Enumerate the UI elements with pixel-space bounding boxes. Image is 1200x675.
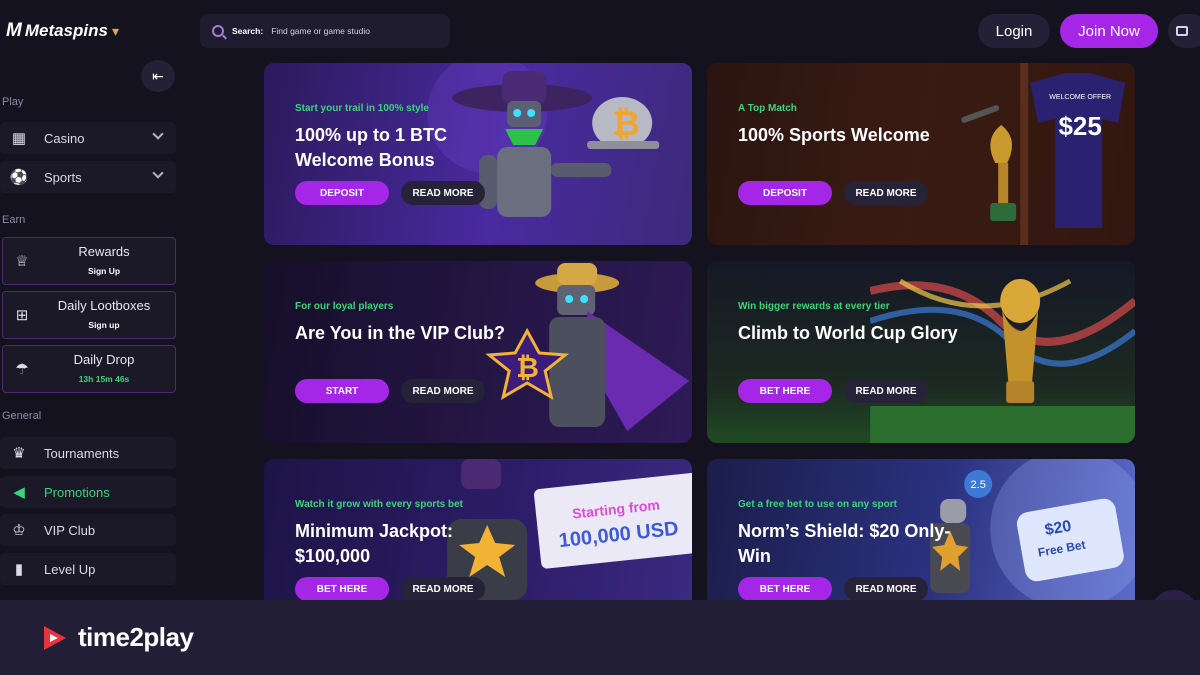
- footer-brand-text: time2play: [78, 622, 194, 652]
- sidebar-item-level-up[interactable]: ▮ Level Up: [0, 553, 176, 585]
- read-more-button[interactable]: READ MORE: [844, 577, 928, 600]
- chat-icon: [1176, 26, 1188, 36]
- deposit-button[interactable]: DEPOSIT: [295, 181, 389, 205]
- bar-chart-icon: ▮: [14, 561, 24, 578]
- promo-eyebrow: Win bigger rewards at every tier: [738, 301, 890, 312]
- read-more-button[interactable]: READ MORE: [401, 181, 485, 205]
- login-button[interactable]: Login: [978, 14, 1050, 48]
- search-placeholder: Find game or game studio: [271, 26, 370, 36]
- promo-eyebrow: A Top Match: [738, 103, 797, 114]
- start-button[interactable]: START: [295, 379, 389, 403]
- bet-here-button[interactable]: BET HERE: [738, 379, 832, 403]
- sidebar-item-label: Tournaments: [44, 445, 120, 461]
- svg-text:₿: ₿: [516, 352, 539, 383]
- trophy-icon: ♛: [12, 445, 26, 462]
- svg-text:₿: ₿: [612, 105, 640, 143]
- crown-icon: ♔: [12, 522, 26, 539]
- top-header: M Metaspins ▾ Search: Find game or game …: [0, 0, 1200, 62]
- sidebar-item-label: Sports: [44, 169, 82, 185]
- earn-card-title: Daily Lootboxes: [57, 298, 151, 313]
- promo-eyebrow: Get a free bet to use on any sport: [738, 499, 897, 510]
- chevron-down-icon[interactable]: [152, 167, 164, 179]
- sidebar-item-label: Level Up: [44, 561, 96, 577]
- footer-watermark-band: time2play: [0, 600, 1200, 675]
- metaspins-logo[interactable]: M Metaspins ▾: [6, 20, 119, 42]
- read-more-button[interactable]: READ MORE: [844, 181, 928, 205]
- odds-badge-text: 2.5: [970, 479, 985, 491]
- earn-card-sub: Sign up: [88, 320, 120, 330]
- promo-card-jackpot[interactable]: Starting from 100,000 USD Watch it grow …: [264, 459, 692, 600]
- search-input[interactable]: Search: Find game or game studio: [200, 14, 450, 48]
- sidebar-item-promotions[interactable]: ◀ Promotions: [0, 476, 176, 508]
- earn-card-title: Rewards: [78, 244, 130, 259]
- section-label-earn: Earn: [2, 214, 26, 226]
- read-more-button[interactable]: READ MORE: [401, 379, 485, 403]
- promo-eyebrow: Start your trail in 100% style: [295, 103, 429, 114]
- promo-card-sports-welcome[interactable]: WELCOME OFFER $25 A Top Match 100% Sport…: [707, 63, 1135, 245]
- soccer-ball-icon: ⚽: [9, 169, 29, 186]
- promo-card-btc-welcome[interactable]: ₿ Start your trail in 100% style 100% up…: [264, 63, 692, 245]
- promo-title: Minimum Jackpot: $100,000: [295, 521, 454, 566]
- trophy-cup-icon: ♕: [15, 253, 29, 270]
- read-more-button[interactable]: READ MORE: [844, 379, 928, 403]
- vip-robot-illustration: ₿: [484, 263, 689, 431]
- promo-title: 100% up to 1 BTC Welcome Bonus: [295, 125, 448, 170]
- bet-here-button[interactable]: BET HERE: [295, 577, 389, 600]
- promo-card-vip-club[interactable]: ₿ For our loyal players Are You in the V…: [264, 261, 692, 443]
- jersey-amount-text: $25: [1058, 111, 1101, 141]
- search-label: Search:: [232, 26, 264, 36]
- sidebar-item-sports[interactable]: ⚽ Sports: [0, 161, 176, 193]
- play-logo-icon: [44, 625, 66, 650]
- sidebar-item-tournaments[interactable]: ♛ Tournaments: [0, 437, 176, 469]
- promo-title: 100% Sports Welcome: [738, 125, 930, 145]
- world-cup-trophy-illustration: [869, 278, 1135, 443]
- promo-eyebrow: For our loyal players: [295, 301, 394, 312]
- search-icon: [212, 25, 224, 37]
- sidebar-item-casino[interactable]: ▦ Casino: [0, 122, 176, 154]
- earn-card-daily-drop[interactable]: ☂ Daily Drop 13h 15m 46s: [2, 345, 176, 393]
- time2play-logo: time2play: [40, 622, 194, 653]
- section-label-play: Play: [2, 96, 24, 108]
- promo-card-norms-shield[interactable]: 2.5 $20 Free Bet Get a free bet to use o…: [707, 459, 1135, 600]
- sidebar-item-label: Promotions: [44, 484, 110, 500]
- join-now-button[interactable]: Join Now: [1060, 14, 1158, 48]
- collapse-sidebar-button[interactable]: ⇤: [141, 60, 175, 92]
- trophy-icon: ▾: [111, 22, 119, 39]
- bet-here-button[interactable]: BET HERE: [738, 577, 832, 600]
- earn-card-rewards[interactable]: ♕ Rewards Sign Up: [2, 237, 176, 285]
- megaphone-icon: ◀: [13, 484, 25, 501]
- chevron-down-icon[interactable]: [152, 128, 164, 140]
- read-more-button[interactable]: READ MORE: [401, 577, 485, 600]
- promo-eyebrow: Watch it grow with every sports bet: [295, 499, 463, 510]
- promo-card-world-cup[interactable]: Win bigger rewards at every tier Climb t…: [707, 261, 1135, 443]
- promo-title: Are You in the VIP Club?: [295, 323, 506, 343]
- jersey-offer-text: WELCOME OFFER: [1049, 94, 1111, 101]
- jersey-trophy-illustration: WELCOME OFFER $25: [869, 63, 1135, 245]
- promo-title: Norm’s Shield: $20 Only-Win: [738, 521, 951, 566]
- earn-card-lootboxes[interactable]: ⊞ Daily Lootboxes Sign up: [2, 291, 176, 339]
- lootbox-icon: ⊞: [15, 307, 29, 324]
- parachute-icon: ☂: [15, 361, 29, 378]
- arrow-left-icon: ⇤: [152, 67, 164, 84]
- sidebar-item-label: VIP Club: [44, 522, 96, 538]
- promo-title: Climb to World Cup Glory: [738, 323, 958, 343]
- chat-button[interactable]: [1168, 14, 1200, 48]
- logo-text: Metaspins: [24, 21, 108, 40]
- earn-card-sub: Sign Up: [87, 266, 121, 276]
- sidebar-item-label: Casino: [44, 130, 85, 146]
- section-label-general: General: [2, 410, 42, 422]
- sidebar-item-vip-club[interactable]: ♔ VIP Club: [0, 514, 176, 546]
- earn-card-title: Daily Drop: [73, 352, 135, 367]
- deposit-button[interactable]: DEPOSIT: [738, 181, 832, 205]
- casino-icon: ▦: [11, 130, 27, 147]
- countdown-timer: 13h 15m 46s: [78, 374, 130, 384]
- logo-mark: M: [6, 20, 22, 41]
